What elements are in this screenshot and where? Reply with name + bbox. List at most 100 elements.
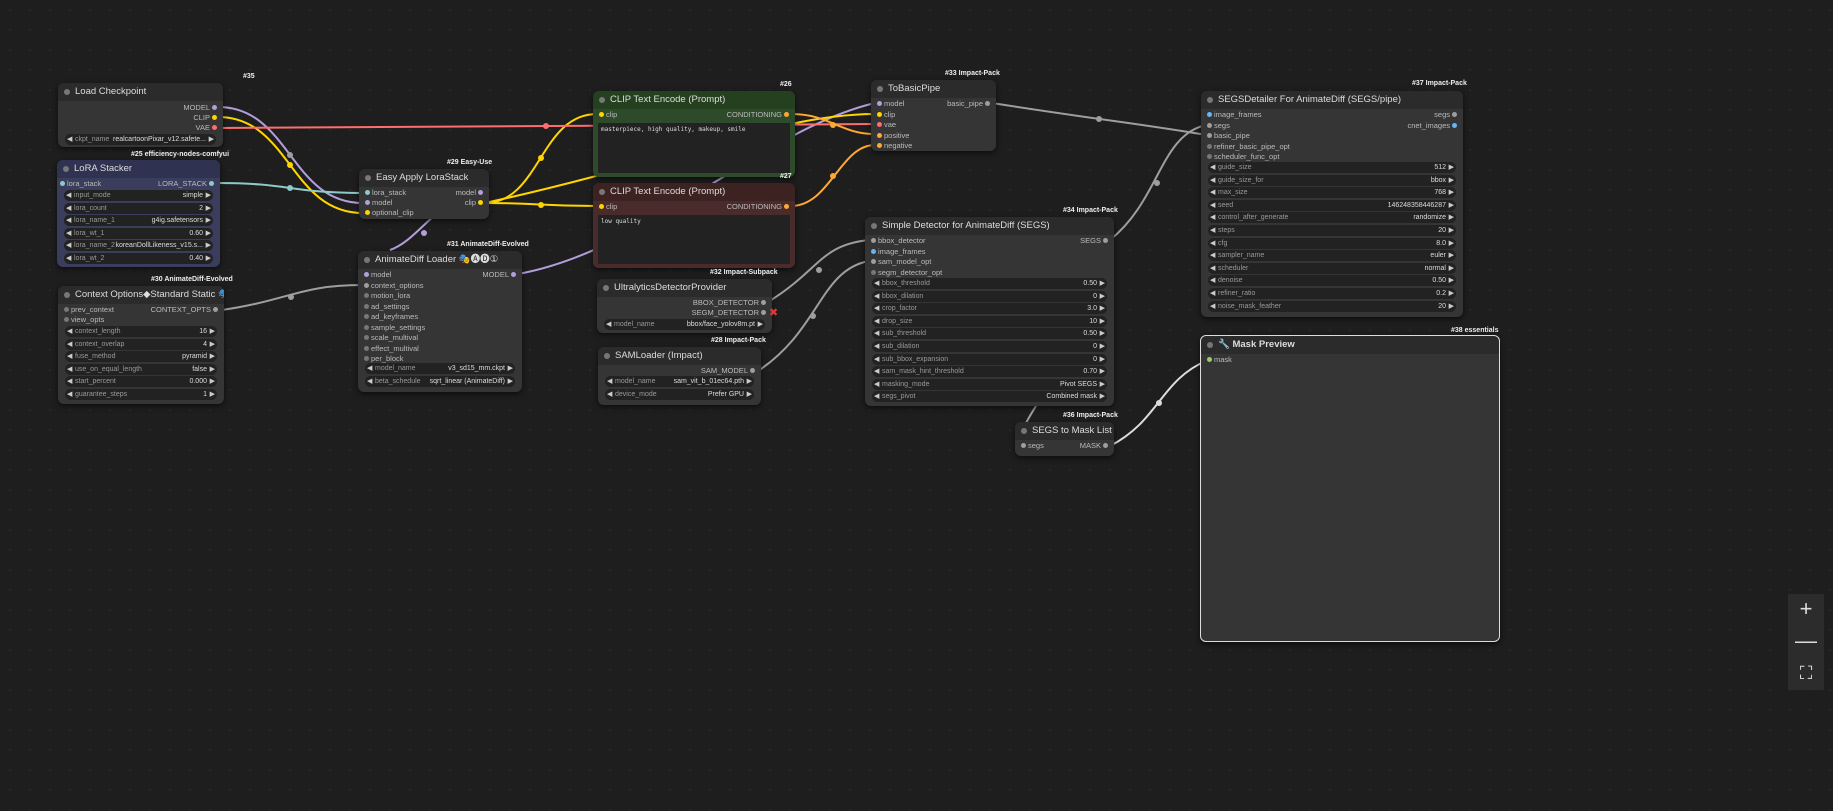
arrow-right-icon[interactable]: ▶ (508, 376, 513, 387)
widget-device-mode[interactable]: ◀ device_mode Prefer GPU ▶ (605, 388, 754, 400)
arrow-left-icon[interactable]: ◀ (1210, 263, 1215, 274)
arrow-right-icon[interactable]: ▶ (1449, 250, 1454, 261)
widget-lora-name-1[interactable]: ◀ lora_name_1 g4ig.safetensors ▶ (64, 215, 213, 227)
socket-dot[interactable] (1021, 443, 1026, 448)
arrow-left-icon[interactable]: ◀ (67, 376, 72, 387)
output-basic-pipe[interactable]: basic_pipe (947, 99, 990, 109)
widget-bbox-threshold[interactable]: ◀ bbox_threshold 0.50 ▶ (872, 278, 1107, 289)
arrow-right-icon[interactable]: ▶ (1100, 354, 1105, 365)
widget-model-name[interactable]: ◀ model_name sam_vit_b_01ec64.pth ▶ (605, 376, 754, 387)
context-options-node[interactable]: Context Options◆Standard Static 🎭🅐🅓 prev… (58, 286, 224, 404)
output-context-opts[interactable]: CONTEXT_OPTS (151, 305, 218, 315)
input-ad-settings[interactable]: ad_settings (364, 302, 409, 312)
socket-dot[interactable] (364, 272, 369, 277)
widget-fuse-method[interactable]: ◀ fuse_method pyramid ▶ (65, 351, 217, 362)
output-lora-stack[interactable]: LORA_STACK (158, 179, 214, 189)
socket-dot[interactable] (871, 248, 876, 254)
socket-dot[interactable] (213, 307, 218, 312)
arrow-right-icon[interactable]: ▶ (206, 203, 211, 214)
animatediff-loader-node[interactable]: AnimateDiff Loader 🎭🅐🅓① model context_opt… (358, 251, 522, 392)
arrow-left-icon[interactable]: ◀ (1210, 175, 1215, 186)
arrow-right-icon[interactable]: ▶ (1449, 187, 1454, 198)
arrow-right-icon[interactable]: ▶ (206, 228, 211, 239)
widget-lora-wt-1[interactable]: ◀ lora_wt_1 0.60 ▶ (64, 227, 213, 239)
input-negative[interactable]: negative (877, 141, 912, 151)
arrow-left-icon[interactable]: ◀ (67, 339, 72, 350)
widget-input-mode[interactable]: ◀ input_mode simple ▶ (64, 190, 213, 201)
input-optional-clip[interactable]: optional_clip (365, 208, 414, 218)
input-vae[interactable]: vae (877, 120, 896, 130)
load-checkpoint-node[interactable]: Load Checkpoint MODEL CLIP VAE ◀ ckpt_nam… (58, 83, 223, 147)
input-clip[interactable]: clip (599, 110, 617, 120)
input-scheduler-func-opt[interactable]: scheduler_func_opt (1207, 152, 1279, 162)
socket-dot[interactable] (64, 307, 69, 312)
output-sam-model[interactable]: SAM_MODEL (701, 366, 755, 376)
zoom-out-button[interactable]: — (1788, 626, 1824, 658)
arrow-left-icon[interactable]: ◀ (874, 354, 879, 365)
arrow-right-icon[interactable]: ▶ (1100, 278, 1105, 289)
tobasicpipe-node[interactable]: ToBasicPipe model clip vae positive negative… (871, 80, 996, 151)
node-title[interactable]: AnimateDiff Loader 🎭🅐🅓① (358, 251, 522, 269)
socket-dot[interactable] (364, 293, 369, 298)
widget-noise-mask-feather[interactable]: ◀ noise_mask_feather 20 ▶ (1208, 300, 1456, 312)
input-model[interactable]: model (364, 270, 391, 280)
node-title[interactable]: Load Checkpoint (58, 83, 223, 101)
widget-sub-dilation[interactable]: ◀ sub_dilation 0 ▶ (872, 341, 1107, 352)
output-clip[interactable]: clip (465, 198, 483, 208)
arrow-right-icon[interactable]: ▶ (1449, 288, 1454, 299)
output-model[interactable]: MODEL (183, 103, 217, 113)
model-name-widget[interactable]: ◀ model_name bbox/face_yolov8m.pt ▶ (604, 319, 765, 330)
arrow-right-icon[interactable]: ▶ (1100, 291, 1105, 302)
socket-dot[interactable] (877, 143, 882, 148)
arrow-left-icon[interactable]: ◀ (66, 190, 71, 201)
socket-dot[interactable] (365, 190, 370, 195)
simple-detector-node[interactable]: Simple Detector for AnimateDiff (SEGS) b… (865, 217, 1114, 406)
arrow-right-icon[interactable]: ▶ (210, 364, 215, 375)
socket-dot[interactable] (750, 368, 755, 373)
input-motion-lora[interactable]: motion_lora (364, 291, 410, 301)
arrow-right-icon[interactable]: ▶ (1100, 303, 1105, 314)
input-segm-detector-opt[interactable]: segm_detector_opt (871, 268, 942, 278)
widget-scheduler[interactable]: ◀ scheduler normal ▶ (1208, 262, 1456, 274)
input-clip[interactable]: clip (599, 202, 617, 212)
arrow-left-icon[interactable]: ◀ (874, 278, 879, 289)
socket-dot[interactable] (1452, 112, 1457, 117)
arrow-left-icon[interactable]: ◀ (67, 364, 72, 375)
socket-dot[interactable] (1207, 143, 1212, 149)
prompt-textarea[interactable]: low quality (598, 215, 790, 264)
arrow-right-icon[interactable]: ▶ (206, 215, 211, 226)
arrow-left-icon[interactable]: ◀ (67, 326, 72, 337)
ultralytics-detector-node[interactable]: UltralyticsDetectorProvider BBOX_DETECTO… (597, 279, 778, 333)
socket-dot[interactable] (364, 335, 369, 340)
input-segs[interactable]: segs (1207, 121, 1230, 131)
arrow-right-icon[interactable]: ▶ (1449, 175, 1454, 186)
input-sample-settings[interactable]: sample_settings (364, 323, 425, 333)
arrow-right-icon[interactable]: ▶ (210, 389, 215, 400)
socket-dot[interactable] (1452, 123, 1457, 128)
output-model[interactable]: model (456, 188, 483, 198)
arrow-right-icon[interactable]: ▶ (210, 339, 215, 350)
arrow-right-icon[interactable]: ▶ (747, 389, 752, 400)
arrow-left-icon[interactable]: ◀ (874, 316, 879, 327)
arrow-left-icon[interactable]: ◀ (1210, 238, 1215, 249)
input-model[interactable]: model (365, 198, 392, 208)
arrow-left-icon[interactable]: ◀ (66, 203, 71, 214)
arrow-right-icon[interactable]: ▶ (206, 253, 211, 264)
arrow-left-icon[interactable]: ◀ (1210, 212, 1215, 223)
mask-preview-node[interactable]: 🔧 Mask Preview mask (1200, 335, 1500, 642)
input-clip[interactable]: clip (877, 110, 895, 120)
socket-dot[interactable] (871, 238, 876, 243)
socket-dot[interactable] (364, 303, 369, 309)
input-context-options[interactable]: context_options (364, 281, 424, 291)
socket-dot[interactable] (364, 314, 369, 319)
node-title[interactable]: CLIP Text Encode (Prompt) (593, 183, 795, 201)
socket-dot[interactable] (478, 190, 483, 195)
input-lora-stack[interactable]: lora_stack (365, 188, 406, 198)
output-segs[interactable]: segs (1434, 110, 1457, 120)
arrow-right-icon[interactable]: ▶ (210, 326, 215, 337)
input-image-frames[interactable]: image_frames (1207, 110, 1262, 120)
arrow-left-icon[interactable]: ◀ (1210, 162, 1215, 173)
socket-dot[interactable] (1207, 112, 1212, 117)
widget-use-on-equal-length[interactable]: ◀ use_on_equal_length false ▶ (65, 363, 217, 375)
output-clip[interactable]: CLIP (193, 113, 217, 123)
